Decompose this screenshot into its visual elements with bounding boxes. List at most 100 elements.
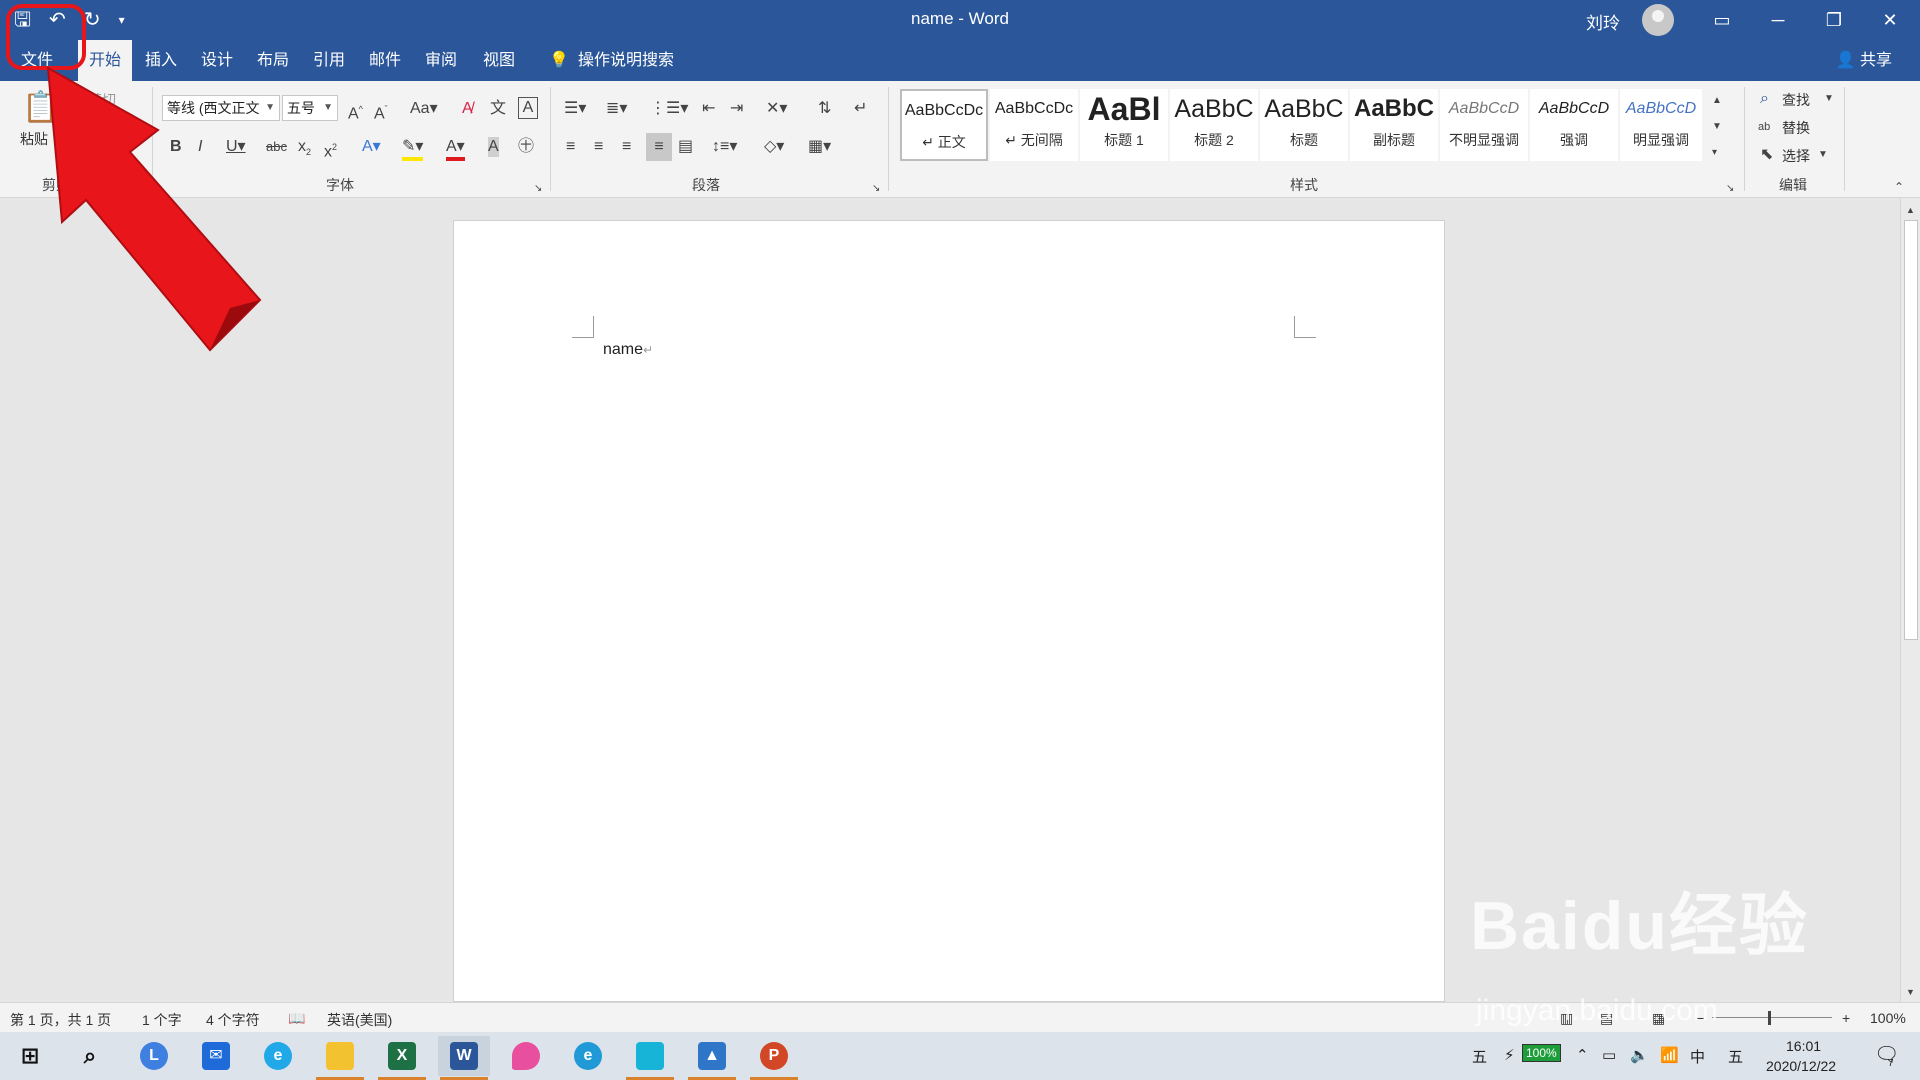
tell-me-search[interactable]: 操作说明搜索 <box>578 40 674 81</box>
clear-formatting-icon[interactable]: A̸ <box>462 99 473 119</box>
paragraph-dialog-launcher-icon[interactable]: ↘ <box>872 179 880 199</box>
vertical-scrollbar[interactable]: ▲ ▼ <box>1900 198 1920 1002</box>
phonetic-guide-icon[interactable]: 文 <box>490 99 506 119</box>
select-label[interactable]: 选择 <box>1782 146 1810 166</box>
scrollbar-thumb[interactable] <box>1904 220 1918 640</box>
power-icon[interactable]: ⚡ <box>1504 1046 1515 1064</box>
highlight-icon[interactable]: ✎▾ <box>402 137 424 161</box>
change-case-icon[interactable]: Aa▾ <box>410 99 438 119</box>
text-effects-icon[interactable]: A▾ <box>362 137 381 157</box>
input-language[interactable]: 中 <box>1690 1046 1705 1067</box>
line-spacing-icon[interactable]: ↕≡▾ <box>712 137 737 157</box>
zoom-slider[interactable] <box>1712 1017 1832 1018</box>
numbering-icon[interactable]: ≣▾ <box>606 99 627 119</box>
zoom-in-icon[interactable]: + <box>1842 1010 1850 1026</box>
avatar[interactable] <box>1642 4 1674 36</box>
styles-more-icon[interactable]: ▾ <box>1712 143 1717 163</box>
windows-start-icon[interactable]: ⊞ <box>4 1036 56 1076</box>
character-shading-icon[interactable]: A <box>488 137 499 157</box>
chevron-down-icon[interactable]: ▼ <box>1824 89 1834 109</box>
styles-scroll-up-icon[interactable]: ▲ <box>1712 91 1722 111</box>
borders-icon[interactable]: ▦▾ <box>808 137 831 157</box>
align-center-icon[interactable]: ≡ <box>594 137 603 157</box>
style-heading-1[interactable]: AaBl 标题 1 <box>1080 89 1168 161</box>
network-icon[interactable]: 📶 <box>1660 1046 1679 1064</box>
grow-font-icon[interactable]: A^ <box>348 99 363 124</box>
ribbon-display-options-icon[interactable]: ▭ <box>1694 0 1750 40</box>
battery-icon[interactable]: ▭ <box>1602 1046 1616 1064</box>
enclose-characters-icon[interactable]: ㊉ <box>518 137 534 157</box>
style-emphasis[interactable]: AaBbCcD 强调 <box>1530 89 1618 161</box>
page-count[interactable]: 第 1 页，共 1 页 <box>10 1010 111 1030</box>
cursor-icon[interactable]: ⬉ <box>1760 145 1773 165</box>
align-left-icon[interactable]: ≡ <box>566 137 575 157</box>
document-page[interactable] <box>453 220 1445 1002</box>
zoom-slider-thumb[interactable] <box>1768 1011 1771 1025</box>
distributed-icon[interactable]: ▤ <box>678 137 693 157</box>
justify-icon[interactable]: ≡ <box>646 133 672 161</box>
edge-icon[interactable]: e <box>562 1036 614 1076</box>
search-icon[interactable]: ⌕ <box>1760 89 1769 109</box>
styles-dialog-launcher-icon[interactable]: ↘ <box>1726 179 1734 199</box>
word-count[interactable]: 1 个字 <box>142 1010 182 1030</box>
tab-mailings[interactable]: 邮件 <box>364 40 406 81</box>
style-title[interactable]: AaBbC 标题 <box>1260 89 1348 161</box>
minimize-icon[interactable]: ─ <box>1750 0 1806 40</box>
style-no-spacing[interactable]: AaBbCcDc ↵ 无间隔 <box>990 89 1078 161</box>
powerpoint-icon[interactable]: P <box>748 1036 800 1080</box>
scroll-up-icon[interactable]: ▲ <box>1906 200 1915 220</box>
style-intense-emphasis[interactable]: AaBbCcD 明显强调 <box>1620 89 1702 161</box>
language-status[interactable]: 英语(美国) <box>327 1010 392 1030</box>
style-subtitle[interactable]: AaBbC 副标题 <box>1350 89 1438 161</box>
style-heading-2[interactable]: AaBbC 标题 2 <box>1170 89 1258 161</box>
restore-icon[interactable]: ❐ <box>1806 0 1862 40</box>
scroll-down-icon[interactable]: ▼ <box>1906 982 1915 1002</box>
proofing-icon[interactable]: 📖 <box>288 1010 305 1027</box>
close-icon[interactable]: ✕ <box>1862 0 1918 40</box>
zoom-level[interactable]: 100% <box>1870 1010 1906 1026</box>
decrease-indent-icon[interactable]: ⇤ <box>702 99 715 119</box>
shrink-font-icon[interactable]: Aˇ <box>374 99 388 124</box>
char-count[interactable]: 4 个字符 <box>206 1010 260 1030</box>
styles-scroll-down-icon[interactable]: ▼ <box>1712 117 1722 137</box>
mail-icon[interactable]: ✉ <box>190 1036 242 1076</box>
document-text[interactable]: name↵ <box>603 341 653 359</box>
chevron-up-icon[interactable]: ⌃ <box>1576 1046 1589 1064</box>
sort-icon[interactable]: ⇅ <box>818 99 831 119</box>
tab-view[interactable]: 视图 <box>478 40 520 81</box>
ime-mode-secondary[interactable]: 五 <box>1728 1046 1743 1067</box>
replace-label[interactable]: 替换 <box>1782 118 1810 138</box>
notification-icon[interactable]: 🗨 <box>1874 1042 1899 1067</box>
user-name[interactable]: 刘玲 <box>1586 9 1620 34</box>
style-subtle-emphasis[interactable]: AaBbCcD 不明显强调 <box>1440 89 1528 161</box>
battery-percent[interactable]: 100% <box>1522 1044 1561 1062</box>
excel-icon[interactable]: X <box>376 1036 428 1080</box>
ime-mode[interactable]: 五 <box>1472 1046 1487 1067</box>
style-normal[interactable]: AaBbCcDc ↵ 正文 <box>900 89 988 161</box>
superscript-icon[interactable]: x2 <box>324 137 337 162</box>
word-icon[interactable]: W <box>438 1036 490 1080</box>
character-border-icon[interactable]: A <box>518 97 538 119</box>
app-icon[interactable] <box>624 1036 676 1080</box>
font-color-icon[interactable]: A▾ <box>446 137 465 161</box>
collapse-ribbon-icon[interactable]: ⌃ <box>1894 177 1904 197</box>
tab-references[interactable]: 引用 <box>308 40 350 81</box>
chinese-layout-icon[interactable]: ✕▾ <box>766 99 787 119</box>
file-explorer-icon[interactable] <box>314 1036 366 1080</box>
font-size-select[interactable]: 五号 ▼ <box>282 95 338 121</box>
tab-review[interactable]: 审阅 <box>420 40 462 81</box>
lenovo-icon[interactable]: L <box>128 1036 180 1076</box>
multilevel-list-icon[interactable]: ⋮☰▾ <box>650 99 688 119</box>
font-dialog-launcher-icon[interactable]: ↘ <box>534 179 542 199</box>
shading-icon[interactable]: ◇▾ <box>764 137 784 157</box>
replace-icon[interactable]: ab <box>1758 117 1770 137</box>
paint3d-icon[interactable] <box>500 1036 552 1076</box>
subscript-icon[interactable]: x2 <box>298 137 311 162</box>
photos-icon[interactable]: ▲ <box>686 1036 738 1080</box>
clock-time[interactable]: 16:01 <box>1786 1038 1821 1054</box>
chevron-down-icon[interactable]: ▼ <box>1818 145 1828 165</box>
ie-icon[interactable]: e <box>252 1036 304 1076</box>
bullets-icon[interactable]: ☰▾ <box>564 99 586 119</box>
align-right-icon[interactable]: ≡ <box>622 137 631 157</box>
increase-indent-icon[interactable]: ⇥ <box>730 99 743 119</box>
